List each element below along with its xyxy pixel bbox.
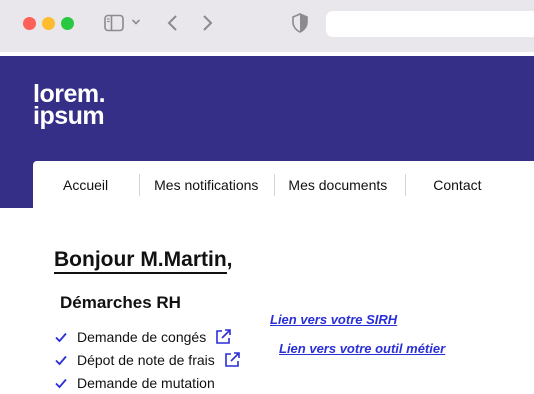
- list-item-label: Dépot de note de frais: [77, 351, 215, 368]
- list-item[interactable]: Dépot de note de frais: [54, 348, 241, 371]
- list-item-label: Demande de congés: [77, 328, 207, 345]
- nav-divider: [274, 173, 276, 196]
- nav-item-notifications[interactable]: Mes notifications: [154, 177, 258, 193]
- logo-line-2: ipsum: [33, 102, 105, 130]
- page-greeting: Bonjour M.Martin,: [54, 248, 233, 274]
- greeting-text: Bonjour M.Martin: [54, 248, 227, 274]
- browser-toolbar: [0, 0, 534, 52]
- nav-item-contact[interactable]: Contact: [433, 177, 481, 193]
- close-window-button[interactable]: [23, 17, 36, 30]
- check-icon: [55, 332, 67, 342]
- nav-divider: [405, 173, 407, 196]
- shield-icon[interactable]: [292, 13, 308, 33]
- business-tool-link[interactable]: Lien vers votre outil métier: [279, 341, 445, 356]
- minimize-window-button[interactable]: [42, 17, 55, 30]
- nav-item-accueil[interactable]: Accueil: [63, 177, 108, 193]
- address-bar[interactable]: [326, 11, 534, 37]
- section-title: Démarches RH: [60, 293, 181, 312]
- greeting-comma: ,: [226, 248, 233, 271]
- external-link-icon[interactable]: [223, 351, 241, 369]
- sirh-link[interactable]: Lien vers votre SIRH: [270, 312, 397, 327]
- nav-divider: [139, 173, 141, 196]
- external-link-icon[interactable]: [214, 328, 232, 346]
- check-icon: [55, 355, 67, 365]
- check-icon: [55, 378, 67, 388]
- nav-item-documents[interactable]: Mes documents: [288, 177, 387, 193]
- forward-arrow-icon[interactable]: [200, 14, 214, 32]
- list-item[interactable]: Demande de mutation: [54, 371, 241, 394]
- back-arrow-icon[interactable]: [166, 14, 180, 32]
- list-item-label: Demande de mutation: [77, 374, 215, 391]
- list-item[interactable]: Demande de congés: [54, 325, 241, 348]
- chevron-down-icon[interactable]: [131, 18, 141, 26]
- sidebar-icon[interactable]: [104, 14, 124, 32]
- maximize-window-button[interactable]: [61, 17, 74, 30]
- site-logo[interactable]: lorem. ipsum: [33, 82, 106, 130]
- hr-procedures-list: Demande de congés Dépot de note de frais…: [54, 325, 241, 394]
- main-nav: Accueil Mes notifications Mes documents …: [33, 161, 534, 208]
